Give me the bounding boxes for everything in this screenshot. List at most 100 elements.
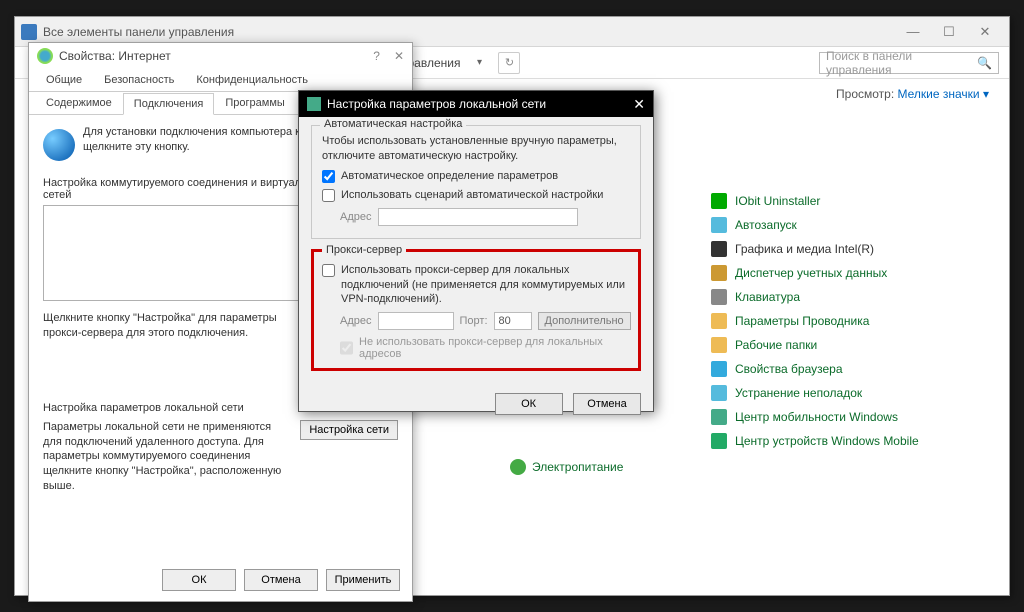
advanced-button: Дополнительно <box>538 312 631 330</box>
auto-note: Чтобы использовать установленные вручную… <box>322 134 630 164</box>
view-value-link[interactable]: Мелкие значки <box>898 87 980 101</box>
globe-icon <box>37 48 53 64</box>
close-icon[interactable]: ✕ <box>967 20 1003 44</box>
auto-detect-check[interactable]: Автоматическое определение параметров <box>322 169 630 183</box>
dial-hint: Щелкните кнопку "Настройка" для параметр… <box>43 311 293 342</box>
bypass-local-check: Не использовать прокси-сервер для локаль… <box>340 336 630 360</box>
proxy-use-checkbox[interactable] <box>322 264 335 277</box>
keyboard-icon <box>711 289 727 305</box>
folder-icon <box>711 337 727 353</box>
app-icon <box>711 241 727 257</box>
lan-settings-window: Настройка параметров локальной сети ✕ Ав… <box>298 90 654 412</box>
search-input[interactable]: Поиск в панели управления 🔍 <box>819 52 999 74</box>
cp-item-label: Параметры Проводника <box>735 314 869 328</box>
cancel-button[interactable]: Отмена <box>244 569 318 591</box>
search-icon[interactable]: 🔍 <box>977 56 992 70</box>
close-icon[interactable]: ✕ <box>394 49 404 63</box>
lan-dialog-buttons: ОК Отмена <box>299 389 653 415</box>
cp-title: Все элементы панели управления <box>43 25 234 39</box>
tab-privacy[interactable]: Конфиденциальность <box>185 69 319 91</box>
port-label: Порт: <box>460 315 488 327</box>
ok-button[interactable]: ОК <box>162 569 236 591</box>
cp-item[interactable]: Свойства браузера <box>709 357 979 381</box>
folder-icon <box>711 313 727 329</box>
tab-security[interactable]: Безопасность <box>93 69 185 91</box>
cp-item[interactable]: Центр устройств Windows Mobile <box>709 429 979 453</box>
cp-item[interactable]: Клавиатура <box>709 285 979 309</box>
app-icon <box>711 265 727 281</box>
cp-item-label: Электропитание <box>532 460 623 474</box>
cp-view-selector: Просмотр: Мелкие значки ▾ <box>836 87 989 101</box>
cp-item-label: Графика и медиа Intel(R) <box>735 242 874 256</box>
auto-legend: Автоматическая настройка <box>320 118 466 130</box>
cancel-button[interactable]: Отмена <box>573 393 641 415</box>
view-label: Просмотр: <box>836 87 894 101</box>
ip-title-text: Свойства: Интернет <box>59 49 171 63</box>
help-icon[interactable]: ? <box>373 49 380 63</box>
tab-connections[interactable]: Подключения <box>123 93 215 115</box>
proxy-group: Прокси-сервер Использовать прокси-сервер… <box>311 249 641 371</box>
cp-item-label: Свойства браузера <box>735 362 843 376</box>
chevron-down-icon[interactable]: ▾ <box>468 57 490 68</box>
auto-config-group: Автоматическая настройка Чтобы использов… <box>311 125 641 239</box>
proxy-use-label: Использовать прокси-сервер для локальных… <box>341 263 630 306</box>
tab-content[interactable]: Содержимое <box>35 92 123 114</box>
script-address-input <box>378 208 578 226</box>
proxy-use-check[interactable]: Использовать прокси-сервер для локальных… <box>322 263 630 306</box>
proxy-port-input <box>494 312 532 330</box>
app-icon <box>711 217 727 233</box>
cp-item[interactable]: IObit Uninstaller <box>709 189 979 213</box>
globe-icon <box>711 361 727 377</box>
auto-detect-checkbox[interactable] <box>322 170 335 183</box>
network-icon <box>307 97 321 111</box>
ip-titlebar: Свойства: Интернет ? ✕ <box>29 43 412 69</box>
proxy-address-input <box>378 312 454 330</box>
ip-tabs-row1: Общие Безопасность Конфиденциальность <box>29 69 412 92</box>
wrench-icon <box>711 385 727 401</box>
cp-item[interactable]: Центр мобильности Windows <box>709 405 979 429</box>
ip-dialog-buttons: ОК Отмена Применить <box>162 569 400 591</box>
proxy-address-row: Адрес Порт: Дополнительно <box>340 312 630 330</box>
lan-titlebar: Настройка параметров локальной сети ✕ <box>299 91 653 117</box>
cp-app-icon <box>21 24 37 40</box>
mobility-icon <box>711 409 727 425</box>
cp-item[interactable]: Графика и медиа Intel(R) <box>709 237 979 261</box>
address-label: Адрес <box>340 211 372 223</box>
power-icon <box>510 459 526 475</box>
cp-item[interactable]: Электропитание <box>510 459 623 475</box>
refresh-icon[interactable]: ↻ <box>498 52 520 74</box>
auto-script-label: Использовать сценарий автоматической нас… <box>341 188 603 202</box>
tab-general[interactable]: Общие <box>35 69 93 91</box>
script-address-row: Адрес <box>340 208 630 226</box>
cp-item-label: Центр мобильности Windows <box>735 410 898 424</box>
device-icon <box>711 433 727 449</box>
tab-programs[interactable]: Программы <box>214 92 295 114</box>
auto-script-checkbox[interactable] <box>322 189 335 202</box>
cp-item[interactable]: Параметры Проводника <box>709 309 979 333</box>
cp-item[interactable]: Рабочие папки <box>709 333 979 357</box>
chevron-down-icon[interactable]: ▾ <box>983 87 989 101</box>
close-icon[interactable]: ✕ <box>633 96 645 113</box>
cp-item[interactable]: Автозапуск <box>709 213 979 237</box>
cp-item-label: Клавиатура <box>735 290 800 304</box>
cp-item[interactable]: Устранение неполадок <box>709 381 979 405</box>
cp-item[interactable]: Диспетчер учетных данных <box>709 261 979 285</box>
lan-hint: Параметры локальной сети не применяются … <box>43 420 290 494</box>
auto-detect-label: Автоматическое определение параметров <box>341 169 558 183</box>
lan-settings-button[interactable]: Настройка сети <box>300 420 398 440</box>
lan-title-text: Настройка параметров локальной сети <box>327 97 546 111</box>
apply-button[interactable]: Применить <box>326 569 400 591</box>
bypass-local-checkbox <box>340 336 353 360</box>
app-icon <box>711 193 727 209</box>
auto-script-check[interactable]: Использовать сценарий автоматической нас… <box>322 188 630 202</box>
cp-item-label: Диспетчер учетных данных <box>735 266 887 280</box>
bypass-local-label: Не использовать прокси-сервер для локаль… <box>359 336 630 360</box>
cp-item-label: Центр устройств Windows Mobile <box>735 434 919 448</box>
maximize-icon[interactable]: ☐ <box>931 20 967 44</box>
globe-icon <box>43 129 75 161</box>
ok-button[interactable]: ОК <box>495 393 563 415</box>
proxy-legend: Прокси-сервер <box>322 244 406 256</box>
cp-item-label: Автозапуск <box>735 218 797 232</box>
search-placeholder: Поиск в панели управления <box>826 49 977 77</box>
minimize-icon[interactable]: — <box>895 20 931 44</box>
